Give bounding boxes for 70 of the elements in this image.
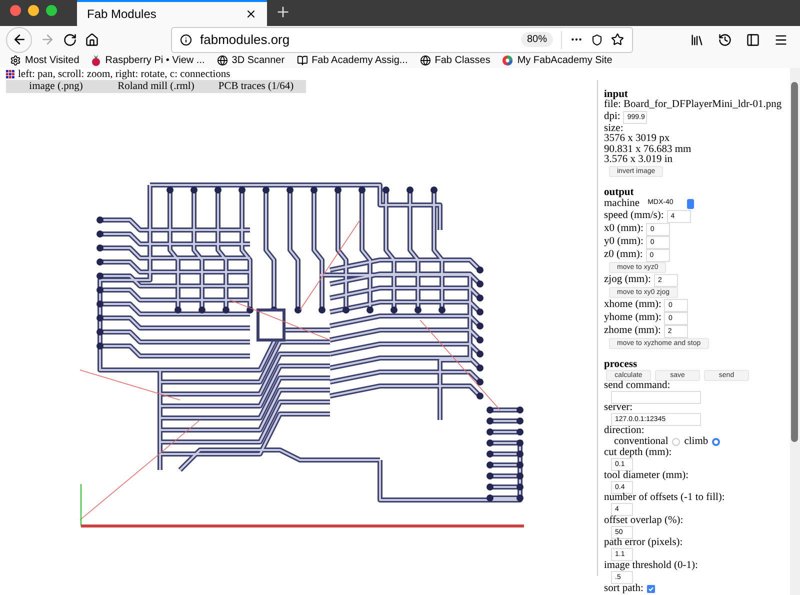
grid-logo-icon xyxy=(6,70,15,78)
panel-text: 90.831 x 76.683 mm xyxy=(604,144,692,155)
panel-text: image threshold (0-1): xyxy=(604,560,699,571)
menu-icon[interactable] xyxy=(774,32,788,46)
book-icon xyxy=(296,55,308,66)
bookmark-item[interactable]: Most Visited xyxy=(10,53,80,68)
field-label: speed (mm/s): xyxy=(604,209,664,224)
hint-text: left: pan, scroll: zoom, right: rotate, c: connections xyxy=(18,68,230,80)
field-label: zhome (mm): xyxy=(604,324,661,338)
bookmark-item[interactable]: Fab Academy Assig... xyxy=(296,53,408,68)
module-tab[interactable]: Roland mill (.rml) xyxy=(106,80,206,93)
tab-title: Fab Modules xyxy=(87,6,156,23)
checkbox-label: sort path: xyxy=(604,582,644,595)
panel-text: cut depth (mm): xyxy=(604,448,673,458)
new-tab-icon[interactable] xyxy=(275,4,291,20)
radio-button[interactable] xyxy=(712,438,720,446)
info-icon[interactable] xyxy=(180,34,192,46)
field-label: y0 (mm): xyxy=(604,235,644,250)
panel-text: tool diameter (mm): xyxy=(604,470,690,481)
input-field[interactable] xyxy=(611,390,701,404)
bookmark-item[interactable]: My FabAcademy Site xyxy=(502,53,612,68)
zoom-window-icon[interactable] xyxy=(46,5,57,16)
zoom-level[interactable]: 80% xyxy=(520,32,553,47)
bookmark-item[interactable]: Fab Classes xyxy=(420,53,490,68)
home-icon[interactable] xyxy=(85,32,99,46)
browser-tab[interactable]: Fab Modules xyxy=(77,0,267,26)
globe-icon xyxy=(216,55,228,66)
panel-text: server: xyxy=(604,403,634,414)
panel-text: file: Board_for_DFPlayerMini_ldr-01.png xyxy=(604,100,783,110)
y-axis-line xyxy=(80,484,82,526)
section-heading: process xyxy=(604,358,638,370)
panel-text: path error (pixels): xyxy=(604,538,684,548)
scrollbar[interactable] xyxy=(790,68,800,595)
history-icon[interactable] xyxy=(718,32,732,46)
gear-icon xyxy=(10,55,21,66)
panel-text: 3576 x 3019 px xyxy=(604,134,671,144)
checkbox[interactable] xyxy=(647,585,656,593)
field-label: z0 (mm): xyxy=(604,248,643,262)
library-icon[interactable] xyxy=(690,32,704,46)
close-icon[interactable] xyxy=(245,8,257,20)
bookmark-star-icon[interactable] xyxy=(611,33,624,46)
field-label: xhome (mm): xyxy=(604,298,662,312)
field-label: dpi: xyxy=(604,110,620,124)
globe-icon xyxy=(420,55,431,66)
bookmark-item[interactable]: 3D Scanner xyxy=(216,53,285,68)
sidebar-icon[interactable] xyxy=(746,32,760,46)
address-bar[interactable]: fabmodules.org 80% xyxy=(171,26,633,52)
radio-label: climb xyxy=(684,435,708,450)
field-label: yhome (mm): xyxy=(604,311,662,326)
field-label: machine xyxy=(604,197,640,210)
reload-icon[interactable] xyxy=(63,32,77,46)
close-window-icon[interactable] xyxy=(10,5,21,16)
field-label: x0 (mm): xyxy=(604,222,644,236)
panel-text: size: xyxy=(604,124,624,134)
url-text: fabmodules.org xyxy=(200,30,291,49)
section-heading: output xyxy=(604,186,634,198)
radio-button[interactable] xyxy=(672,438,680,446)
minimize-window-icon[interactable] xyxy=(28,5,39,16)
panel-text: send command: xyxy=(604,380,672,391)
bookmark-item[interactable]: Raspberry Pi • View ... xyxy=(91,53,205,68)
radio-label: conventional xyxy=(614,435,668,448)
panel-text: direction: xyxy=(604,426,646,436)
raspberry-icon xyxy=(91,55,102,66)
section-heading: input xyxy=(604,89,628,100)
panel-text: 3.576 x 3.019 in xyxy=(604,155,674,166)
panel-text: offset overlap (%): xyxy=(604,516,684,526)
module-tab[interactable]: PCB traces (1/64) xyxy=(206,80,306,93)
panel-text: number of offsets (-1 to fill): xyxy=(604,493,726,504)
module-tab[interactable]: image (.png) xyxy=(6,80,106,93)
field-label: zjog (mm): xyxy=(604,273,651,288)
